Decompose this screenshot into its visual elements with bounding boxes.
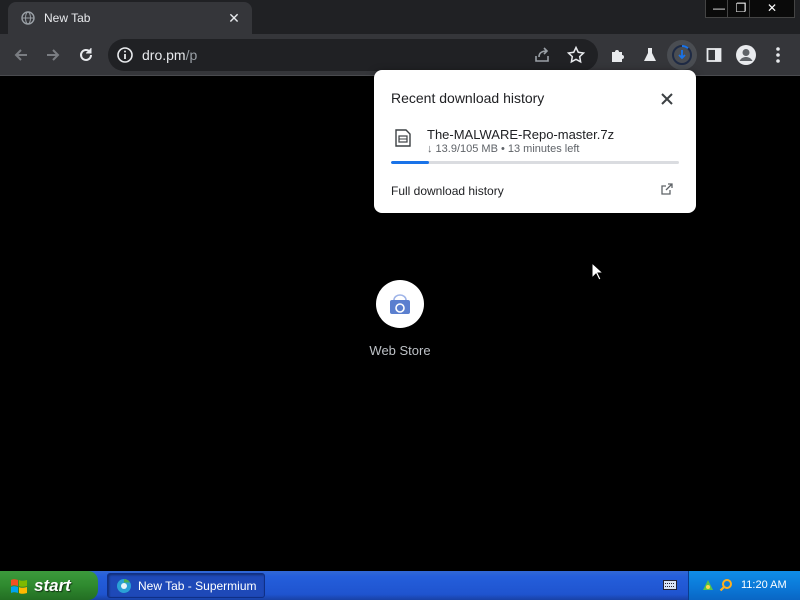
labs-button[interactable] (635, 40, 665, 70)
taskbar: start New Tab - Supermium 11:20 AM (0, 571, 800, 600)
web-store-shortcut[interactable]: Web Store (360, 280, 440, 358)
menu-button[interactable] (763, 40, 793, 70)
site-info-icon[interactable] (116, 46, 134, 64)
full-download-history-link[interactable]: Full download history (391, 184, 504, 198)
extensions-button[interactable] (603, 40, 633, 70)
url-text: dro.pm/p (142, 47, 197, 63)
tab-close-icon[interactable]: ✕ (224, 8, 244, 28)
arrow-left-icon (14, 49, 27, 61)
taskbar-item-label: New Tab - Supermium (138, 578, 257, 593)
tab-strip: New Tab ✕ — ❐ ✕ (0, 0, 800, 34)
search-icon[interactable] (719, 578, 733, 592)
download-progress-fill (391, 161, 430, 164)
download-status: ↓ 13.9/105 MB • 13 minutes left (427, 143, 580, 155)
download-bubble-title: Recent download history (391, 90, 545, 106)
tab-new-tab[interactable]: New Tab ✕ (8, 2, 252, 34)
tab-title: New Tab (44, 11, 91, 25)
url-host: dro.pm (142, 47, 186, 63)
arrow-right-icon (47, 49, 60, 61)
bookmark-star-icon[interactable] (566, 45, 586, 65)
avatar-icon (736, 45, 756, 65)
web-store-label: Web Store (369, 343, 431, 358)
download-progress-bar (391, 161, 679, 164)
start-label: start (34, 575, 71, 595)
network-icon[interactable] (701, 578, 715, 592)
browser-app-icon (117, 578, 131, 593)
download-filename[interactable]: The-MALWARE-Repo-master.7z (427, 127, 614, 142)
window-close-button[interactable]: ✕ (749, 0, 795, 18)
download-progress-icon (672, 45, 692, 65)
mouse-cursor-icon (591, 262, 605, 281)
web-store-icon (390, 294, 410, 314)
puzzle-icon (612, 50, 624, 62)
address-bar[interactable]: dro.pm/p (108, 39, 598, 71)
windows-logo-icon (11, 578, 27, 594)
desktop-screen: New Tab ✕ — ❐ ✕ dro.pm/p Recent download… (0, 0, 800, 600)
back-button[interactable] (6, 40, 36, 70)
taskbar-item-browser[interactable]: New Tab - Supermium (107, 573, 265, 598)
clock: 11:20 AM (741, 579, 787, 591)
web-store-tile (376, 280, 424, 328)
url-path: /p (185, 47, 198, 63)
download-bubble: Recent download history The-MALWARE-Repo… (374, 70, 696, 213)
downloads-button[interactable] (667, 40, 697, 70)
open-external-icon[interactable] (660, 182, 674, 196)
archive-file-icon (395, 129, 411, 147)
system-tray: 11:20 AM (688, 571, 800, 600)
more-vert-icon (776, 47, 780, 63)
keyboard-icon[interactable] (663, 579, 677, 591)
close-icon[interactable] (656, 88, 678, 110)
flask-icon (644, 48, 656, 61)
side-panel-icon (706, 48, 722, 62)
globe-icon (21, 11, 35, 25)
profile-button[interactable] (731, 40, 761, 70)
reload-icon (80, 48, 92, 61)
share-icon[interactable] (532, 45, 552, 65)
side-panel-button[interactable] (699, 40, 729, 70)
forward-button[interactable] (38, 40, 68, 70)
reload-button[interactable] (71, 40, 101, 70)
start-button[interactable]: start (0, 571, 98, 600)
